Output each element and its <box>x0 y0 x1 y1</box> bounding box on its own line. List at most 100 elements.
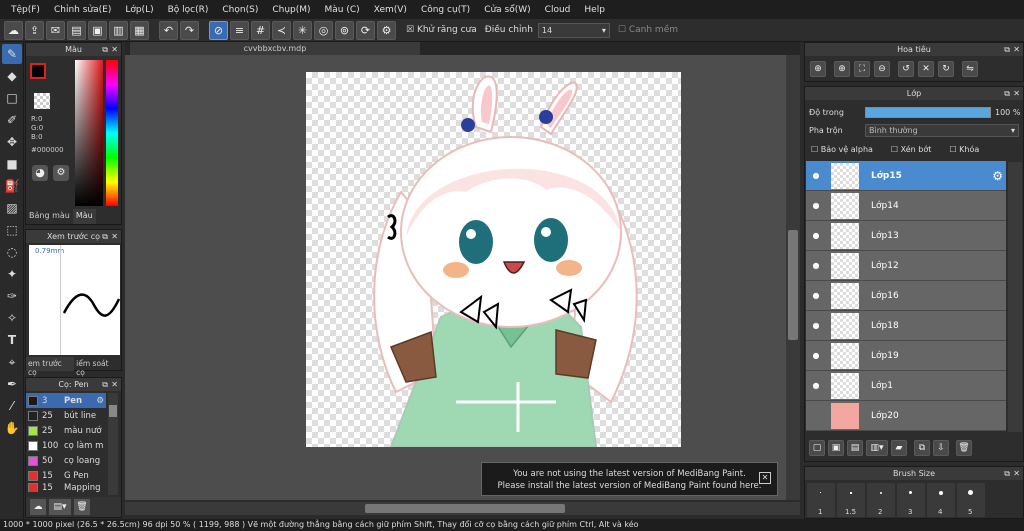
zoom-in-alt-icon[interactable]: ⊕ <box>834 61 850 77</box>
detach-icon[interactable]: ⧉ <box>1004 469 1010 479</box>
move-tool-icon[interactable]: ✥ <box>2 132 22 152</box>
foreground-color-swatch[interactable] <box>30 63 46 79</box>
share-icon[interactable]: ⇪ <box>25 20 44 40</box>
magic-wand-icon[interactable]: ✦ <box>2 264 22 284</box>
new-8bit-layer-icon[interactable]: ▤ <box>847 440 863 456</box>
layer-row[interactable]: ● Lớp19 <box>806 341 1006 371</box>
add-brush-icon[interactable]: ▤▾ <box>49 499 71 515</box>
layer-row[interactable]: Lớp20 <box>806 401 1006 431</box>
eye-icon[interactable]: ● <box>806 351 826 360</box>
brush-tool-icon[interactable]: ✎ <box>2 44 22 64</box>
layer-list-scrollbar[interactable] <box>1008 162 1022 432</box>
canvas-vertical-scrollbar[interactable] <box>786 55 800 500</box>
close-icon[interactable]: ✕ <box>1013 45 1020 54</box>
eye-icon[interactable]: ● <box>806 381 826 390</box>
menu-help[interactable]: Help <box>577 5 612 15</box>
menu-view[interactable]: Xem(V) <box>367 5 414 15</box>
gear-icon[interactable]: ⚙ <box>992 169 1003 183</box>
layer-row[interactable]: ● Lớp13 <box>806 221 1006 251</box>
pen-tool-icon[interactable]: ✒ <box>2 374 22 394</box>
close-icon[interactable]: ✕ <box>1013 89 1020 98</box>
blend-mode-select[interactable]: Bình thường ▾ <box>865 124 1019 137</box>
layer-row[interactable]: ● Lớp18 <box>806 311 1006 341</box>
menu-tools[interactable]: Công cụ(T) <box>414 5 477 15</box>
brush-item[interactable]: 25 bút line <box>26 408 106 423</box>
scroll-thumb[interactable] <box>365 504 565 513</box>
selection-pen-icon[interactable]: ✐ <box>2 110 22 130</box>
rotate-left-icon[interactable]: ↺ <box>898 61 914 77</box>
eye-icon[interactable]: ● <box>806 201 826 210</box>
opacity-slider[interactable] <box>865 106 991 118</box>
brush-item[interactable]: 100 cọ làm m <box>26 438 106 453</box>
gear-icon[interactable]: ⚙ <box>96 396 104 406</box>
detach-icon[interactable]: ⧉ <box>1004 45 1010 55</box>
snap-circle-icon[interactable]: ◎ <box>314 20 333 40</box>
brush-size-cell[interactable]: 1.5 <box>837 483 865 517</box>
protect-alpha-checkbox[interactable]: ☐ Bảo vệ alpha <box>811 145 873 157</box>
tab-brush-preview[interactable]: em trước cọ <box>26 357 75 377</box>
update-notice[interactable]: You are not using the latest version of … <box>481 462 778 496</box>
hue-slider[interactable] <box>106 60 118 206</box>
rect-select-icon[interactable]: ⬚ <box>2 220 22 240</box>
canvas-horizontal-scrollbar[interactable] <box>125 502 800 515</box>
scroll-thumb[interactable] <box>109 405 117 417</box>
fill-rect-icon[interactable]: ■ <box>2 154 22 174</box>
document-tab[interactable]: cvvbbxcbv.mdp <box>130 42 420 55</box>
snap-settings-icon[interactable]: ⚙ <box>377 20 396 40</box>
rotate-right-icon[interactable]: ↻ <box>938 61 954 77</box>
layer-row[interactable]: ● Lớp14 <box>806 191 1006 221</box>
adjust-select[interactable]: 14 ▾ <box>537 22 610 38</box>
detach-icon[interactable]: ⧉ <box>102 232 108 242</box>
eyedropper-icon[interactable]: ⁄ <box>2 396 22 416</box>
layer-row[interactable]: ● Lớp12 <box>806 251 1006 281</box>
eye-icon[interactable]: ● <box>806 231 826 240</box>
eye-icon[interactable]: ● <box>806 321 826 330</box>
brush-size-cell[interactable]: 1 <box>807 483 835 517</box>
text-tool-icon[interactable]: T <box>2 330 22 350</box>
tab-brush-control[interactable]: iểm soát cọ <box>74 357 121 377</box>
brush-item[interactable]: 25 màu nướ <box>26 423 106 438</box>
lasso-icon[interactable]: ◌ <box>2 242 22 262</box>
cloud-icon[interactable]: ☁ <box>4 20 23 40</box>
transparent-color-swatch[interactable] <box>34 93 50 109</box>
close-icon[interactable]: ✕ <box>111 232 118 241</box>
save-icon[interactable]: ▥ <box>109 20 128 40</box>
snap-3d-icon[interactable]: ⟳ <box>356 20 375 40</box>
gradient-tool-icon[interactable]: ▨ <box>2 198 22 218</box>
duplicate-layer-icon[interactable]: ⧉ <box>914 440 930 456</box>
merge-layer-icon[interactable]: ⇩ <box>933 440 949 456</box>
close-icon[interactable]: ✕ <box>111 45 118 54</box>
select-pen-icon[interactable]: ✑ <box>2 286 22 306</box>
menu-select[interactable]: Chọn(S) <box>215 5 265 15</box>
layer-row[interactable]: ● Lớp1 <box>806 371 1006 401</box>
detach-icon[interactable]: ⧉ <box>102 380 108 390</box>
close-icon[interactable]: ✕ <box>111 380 118 389</box>
undo-icon[interactable]: ↶ <box>159 20 178 40</box>
reset-rotate-icon[interactable]: ✕ <box>918 61 934 77</box>
detach-icon[interactable]: ⧉ <box>102 45 108 55</box>
brush-size-cell[interactable]: 5 <box>957 483 985 517</box>
delete-layer-icon[interactable]: 🗑 <box>956 440 972 456</box>
brush-size-cell[interactable]: 4 <box>927 483 955 517</box>
lock-checkbox[interactable]: ☐ Khóa <box>949 145 979 157</box>
color-wheel-icon[interactable]: ◕ <box>32 165 48 181</box>
brush-item[interactable]: 50 cọ loang <box>26 453 106 468</box>
scroll-thumb[interactable] <box>788 230 798 340</box>
delete-brush-icon[interactable]: 🗑 <box>74 499 90 515</box>
new-layer-icon[interactable]: ▢ <box>809 440 825 456</box>
divide-tool-icon[interactable]: ⌖ <box>2 352 22 372</box>
hand-tool-icon[interactable]: ✋ <box>2 418 22 438</box>
new-halftone-layer-icon[interactable]: ▣ <box>828 440 844 456</box>
brush-item[interactable]: 15 Mapping <box>26 483 106 492</box>
add-layer-menu-icon[interactable]: ▥▾ <box>866 440 888 456</box>
bucket-tool-icon[interactable]: ⛽ <box>2 176 22 196</box>
export-icon[interactable]: ▦ <box>130 20 149 40</box>
fit-screen-icon[interactable]: ⛶ <box>854 61 870 77</box>
dot-tool-icon[interactable]: □ <box>2 88 22 108</box>
brush-size-cell[interactable]: 2 <box>867 483 895 517</box>
eraser-tool-icon[interactable]: ◆ <box>2 66 22 86</box>
menu-file[interactable]: Tệp(F) <box>4 5 47 15</box>
flip-icon[interactable]: ⇋ <box>962 61 978 77</box>
saturation-value-picker[interactable] <box>75 60 103 206</box>
eye-icon[interactable]: ● <box>806 291 826 300</box>
